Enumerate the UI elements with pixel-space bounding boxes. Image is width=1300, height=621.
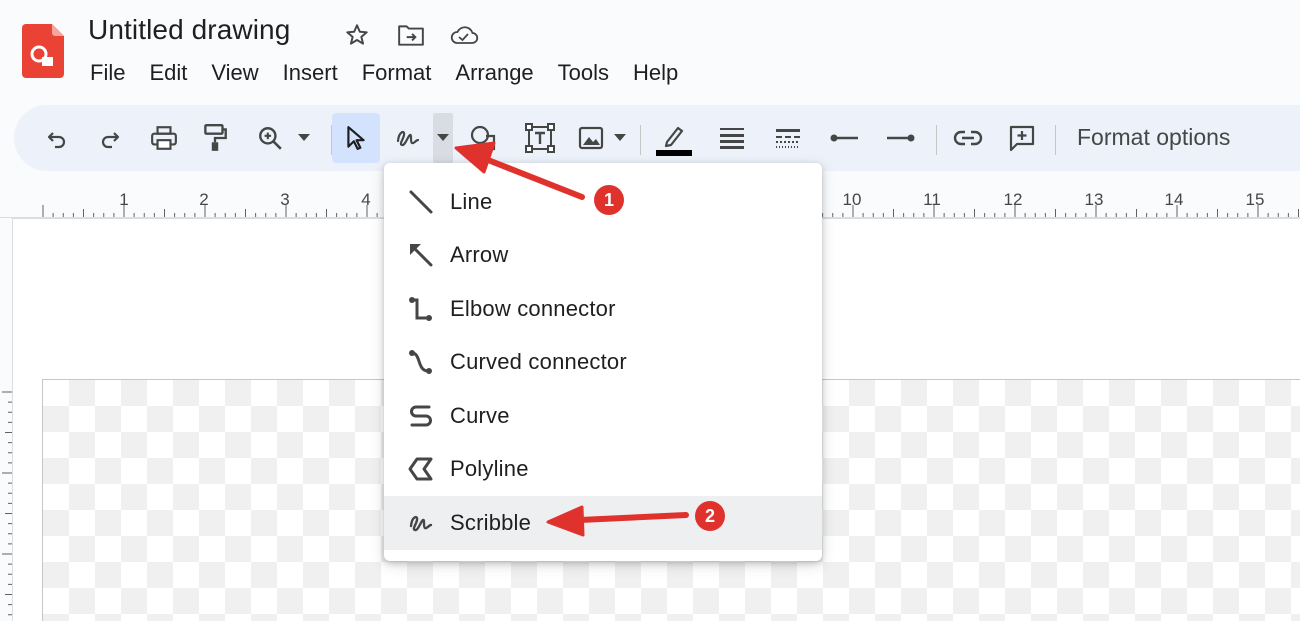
menu-item-curve[interactable]: Curve [384,389,822,443]
zoom-icon [259,127,282,150]
undo-icon [47,132,66,149]
menu-item-label: Arrow [450,242,509,268]
caret-down-icon [614,134,626,141]
paint-format-button[interactable] [198,113,232,163]
line-weight-button[interactable] [714,113,750,163]
ruler-label: 2 [199,190,209,209]
arrow-icon [404,238,438,272]
text-box-button[interactable] [522,113,558,163]
menu-item-label: Polyline [450,456,529,482]
caret-down-icon [298,134,310,141]
ruler-label: 11 [923,190,941,209]
annotation-badge-1: 1 [594,185,624,215]
print-button[interactable] [146,113,182,163]
menu-item-label: Scribble [450,509,532,535]
zoom-dropdown-button[interactable] [294,113,314,163]
image-dropdown-button[interactable] [610,113,630,163]
redo-icon [101,132,120,149]
curve-icon [404,399,438,433]
menu-format[interactable]: Format [350,58,444,88]
line-dash-icon [776,129,800,148]
menu-item-label: Curved connector [450,349,627,375]
menu-item-elbow-connector[interactable]: Elbow connector [384,282,822,336]
move-folder-icon[interactable] [396,20,426,50]
menu-file[interactable]: File [78,58,137,88]
link-icon [953,130,983,146]
ruler-label: 15 [1245,190,1265,209]
paint-format-icon [204,123,227,151]
menu-insert[interactable]: Insert [271,58,350,88]
toolbar-divider [640,125,641,155]
line-color-icon [656,126,692,156]
undo-button[interactable] [40,113,74,163]
menu-item-scribble[interactable]: Scribble [384,496,822,550]
ruler-label: 1 [119,190,129,209]
line-weight-icon [720,128,744,149]
menu-item-label: Curve [450,402,510,428]
vertical-ruler[interactable] [0,380,12,621]
insert-link-button[interactable] [950,113,986,163]
menu-tools[interactable]: Tools [546,58,621,88]
star-icon[interactable] [342,20,372,50]
menu-help[interactable]: Help [621,58,690,88]
menu-item-polyline[interactable]: Polyline [384,443,822,497]
scribble-icon [404,506,438,540]
ruler-label: 14 [1164,190,1184,209]
toolbar-divider [936,125,937,155]
comment-icon [1009,125,1035,152]
polyline-icon [404,452,438,486]
format-options-button[interactable]: Format options [1077,124,1230,151]
shape-icon [470,125,496,151]
menu-item-arrow[interactable]: Arrow [384,229,822,283]
line-scribble-icon [396,130,420,147]
menu-item-curved-connector[interactable]: Curved connector [384,336,822,390]
annotation-badge-2: 2 [695,501,725,531]
curved-connector-icon [404,345,438,379]
line-start-button[interactable] [826,113,864,163]
select-button[interactable] [332,113,380,163]
line-end-icon [887,134,915,142]
image-icon [578,126,604,150]
ruler-label: 12 [1003,190,1023,209]
menu-arrange[interactable]: Arrange [443,58,545,88]
select-icon [347,126,365,150]
ruler-label: 10 [842,190,862,209]
zoom-button[interactable] [252,113,288,163]
line-color-button[interactable] [654,113,694,163]
line-dash-button[interactable] [770,113,806,163]
add-comment-button[interactable] [1004,113,1040,163]
redo-button[interactable] [93,113,127,163]
line-scribble-button[interactable] [390,113,426,163]
cloud-saved-icon[interactable] [449,20,479,50]
line-start-icon [830,134,858,142]
menu-item-label: Elbow connector [450,295,616,321]
toolbar-divider [1055,125,1056,155]
menu-edit[interactable]: Edit [137,58,199,88]
image-button[interactable] [574,113,608,163]
line-dropdown-button[interactable] [433,113,453,163]
menu-bar: File Edit View Insert Format Arrange Too… [78,58,690,88]
ruler-label: 4 [361,190,371,209]
line-end-button[interactable] [881,113,919,163]
document-title[interactable]: Untitled drawing [88,14,290,46]
line-type-dropdown: Line Arrow Elbow connector Curved connec… [384,163,822,561]
shape-button[interactable] [466,113,500,163]
ruler-label: 13 [1084,190,1104,209]
ruler-label: 3 [280,190,290,209]
menu-item-label: Line [450,188,493,214]
app-logo-icon[interactable] [22,24,64,78]
line-icon [404,185,438,219]
caret-down-icon [437,134,449,141]
menu-view[interactable]: View [199,58,270,88]
elbow-connector-icon [404,292,438,326]
text-box-icon [525,123,555,153]
print-icon [151,126,177,150]
